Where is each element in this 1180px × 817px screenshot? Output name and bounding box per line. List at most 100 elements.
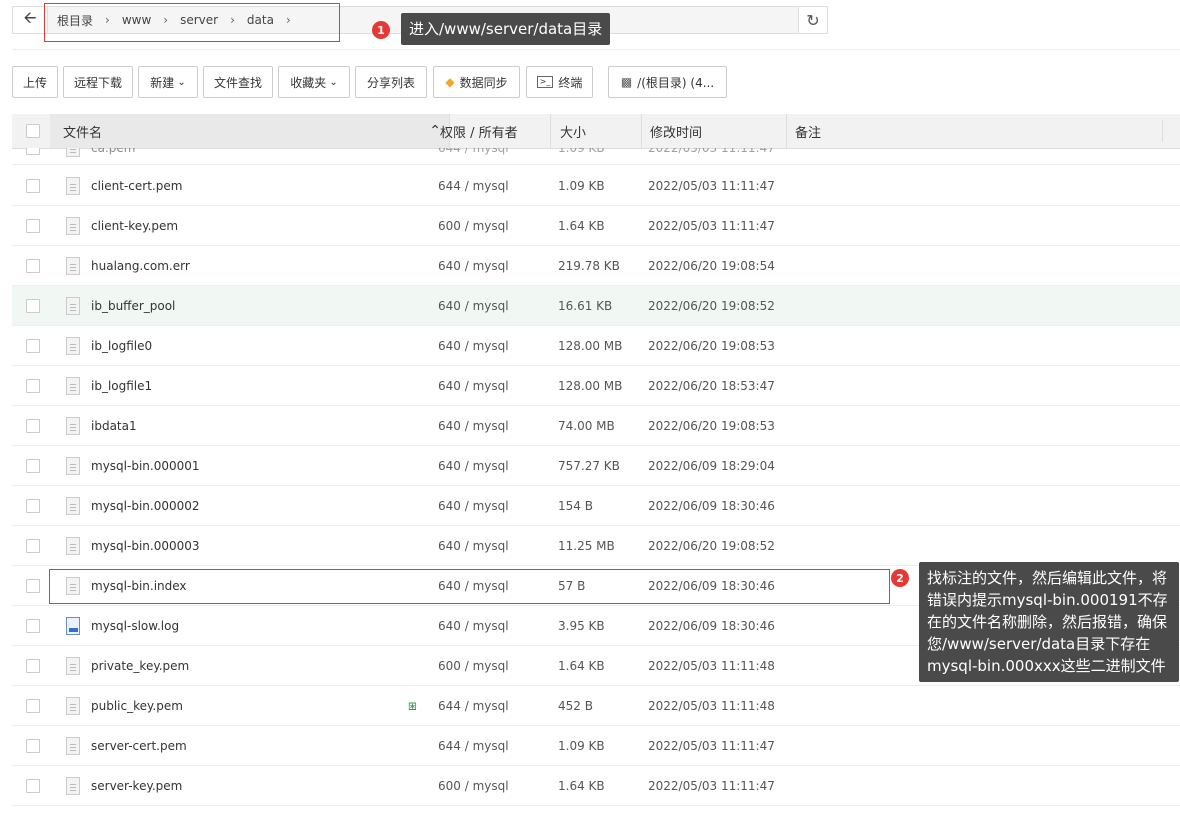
file-size: 3.95 KB bbox=[558, 619, 605, 633]
table-row[interactable]: mysql-bin.000002 640 / mysql 154 B 2022/06/… bbox=[12, 486, 1180, 526]
row-checkbox[interactable] bbox=[26, 486, 40, 526]
file-mtime: 2022/05/03 11:11:47 bbox=[648, 179, 775, 193]
data-sync-button[interactable]: ◆ 数据同步 bbox=[433, 66, 520, 98]
table-row[interactable]: ca.pem 644 / mysql 1.09 KB 2022/05/03 11… bbox=[12, 148, 1180, 165]
refresh-icon[interactable]: ↻ bbox=[798, 7, 827, 33]
file-perm[interactable]: 640 / mysql bbox=[438, 486, 509, 526]
file-name[interactable]: public_key.pem bbox=[91, 686, 183, 726]
file-icon bbox=[66, 148, 80, 164]
file-name[interactable]: ibdata1 bbox=[91, 406, 137, 446]
row-checkbox[interactable] bbox=[26, 726, 40, 766]
file-size: 1.09 KB bbox=[558, 739, 605, 753]
file-perm[interactable]: 644 / mysql bbox=[438, 726, 509, 766]
share-list-button[interactable]: 分享列表 bbox=[355, 66, 427, 98]
table-row[interactable]: mysql-bin.000001 640 / mysql 757.27 KB 2022… bbox=[12, 446, 1180, 486]
file-icon bbox=[66, 726, 80, 766]
row-checkbox[interactable] bbox=[26, 446, 40, 486]
row-checkbox[interactable] bbox=[26, 366, 40, 406]
column-header-size[interactable]: 大小 bbox=[560, 114, 642, 148]
file-mtime: 2022/06/20 19:08:52 bbox=[648, 299, 775, 313]
row-checkbox[interactable] bbox=[26, 206, 40, 246]
file-name[interactable]: server-key.pem bbox=[91, 766, 182, 806]
file-perm[interactable]: 640 / mysql bbox=[438, 526, 509, 566]
table-row[interactable]: hualang.com.err 640 / mysql 219.78 KB 2022/… bbox=[12, 246, 1180, 286]
file-name[interactable]: mysql-bin.000003 bbox=[91, 526, 200, 566]
file-perm[interactable]: 640 / mysql bbox=[438, 326, 509, 366]
file-mtime: 2022/05/03 11:11:47 bbox=[648, 779, 775, 793]
file-search-button[interactable]: 文件查找 bbox=[203, 66, 273, 98]
row-checkbox[interactable] bbox=[26, 148, 40, 164]
table-row[interactable]: client-key.pem 600 / mysql 1.64 KB 2022/05/… bbox=[12, 206, 1180, 246]
file-name[interactable]: server-cert.pem bbox=[91, 726, 187, 766]
file-perm[interactable]: 640 / mysql bbox=[438, 606, 509, 646]
file-perm[interactable]: 644 / mysql bbox=[438, 686, 509, 726]
file-mtime: 2022/06/09 18:29:04 bbox=[648, 459, 775, 473]
column-header-name-label: 文件名 bbox=[63, 125, 103, 141]
favorites-button[interactable]: 收藏夹 ⌄ bbox=[278, 66, 350, 98]
file-name[interactable]: ca.pem bbox=[91, 148, 135, 164]
row-checkbox[interactable] bbox=[26, 246, 40, 286]
table-header: 文件名 ⌃ 权限 / 所有者 大小 修改时间 备注 bbox=[12, 114, 1180, 149]
file-name[interactable]: client-key.pem bbox=[91, 206, 178, 246]
terminal-button[interactable]: >_ 终端 bbox=[526, 66, 593, 98]
row-checkbox[interactable] bbox=[26, 406, 40, 446]
upload-button[interactable]: 上传 bbox=[12, 66, 58, 98]
row-checkbox[interactable] bbox=[26, 286, 40, 326]
file-name[interactable]: hualang.com.err bbox=[91, 246, 190, 286]
table-row[interactable]: client-cert.pem 644 / mysql 1.09 KB 2022/05… bbox=[12, 166, 1180, 206]
select-all-checkbox[interactable] bbox=[26, 114, 40, 148]
file-name[interactable]: private_key.pem bbox=[91, 646, 189, 686]
row-checkbox[interactable] bbox=[26, 166, 40, 206]
row-checkbox[interactable] bbox=[26, 566, 40, 606]
disk-button[interactable]: ▩ /(根目录) (4... bbox=[608, 66, 727, 98]
table-row[interactable]: ib_logfile0 640 / mysql 128.00 MB 2022/06/2… bbox=[12, 326, 1180, 366]
file-icon bbox=[66, 366, 80, 406]
arrow-left-icon[interactable]: 🡨 bbox=[13, 7, 48, 33]
row-checkbox[interactable] bbox=[26, 606, 40, 646]
disk-icon: ▩ bbox=[620, 75, 633, 89]
file-name[interactable]: client-cert.pem bbox=[91, 166, 182, 206]
column-header-name[interactable]: 文件名 ⌃ bbox=[50, 114, 450, 148]
file-perm[interactable]: 600 / mysql bbox=[438, 646, 509, 686]
annotation-tooltip-1: 进入/www/server/data目录 bbox=[401, 13, 611, 45]
file-name[interactable]: ib_logfile0 bbox=[91, 326, 152, 366]
table-row[interactable]: server-cert.pem 644 / mysql 1.09 KB 2022/05… bbox=[12, 726, 1180, 766]
table-row[interactable]: server-key.pem 600 / mysql 1.64 KB 2022/05/… bbox=[12, 766, 1180, 806]
column-header-note: 备注 bbox=[795, 114, 821, 148]
column-header-perm[interactable]: 权限 / 所有者 bbox=[440, 114, 551, 148]
file-size: 16.61 KB bbox=[558, 299, 613, 313]
table-row[interactable]: ib_buffer_pool 640 / mysql 16.61 KB 2022/06… bbox=[12, 286, 1180, 326]
file-name[interactable]: mysql-bin.000001 bbox=[91, 446, 200, 486]
file-perm[interactable]: 640 / mysql bbox=[438, 406, 509, 446]
table-row[interactable]: public_key.pem ⧆ 644 / mysql 452 B 2022/05/0… bbox=[12, 686, 1180, 726]
share-icon[interactable]: ⧆ bbox=[408, 686, 417, 726]
highlight-box-mysql-bin-index bbox=[49, 569, 890, 604]
table-row[interactable]: ibdata1 640 / mysql 74.00 MB 2022/06/20 19:… bbox=[12, 406, 1180, 446]
file-perm[interactable]: 600 / mysql bbox=[438, 206, 509, 246]
file-size: 219.78 KB bbox=[558, 259, 620, 273]
file-perm[interactable]: 640 / mysql bbox=[438, 246, 509, 286]
row-checkbox[interactable] bbox=[26, 646, 40, 686]
file-name[interactable]: mysql-bin.000002 bbox=[91, 486, 200, 526]
data-sync-label: 数据同步 bbox=[459, 75, 508, 90]
file-name[interactable]: ib_logfile1 bbox=[91, 366, 152, 406]
file-perm[interactable]: 640 / mysql bbox=[438, 286, 509, 326]
table-row[interactable]: ib_logfile1 640 / mysql 128.00 MB 2022/06/2… bbox=[12, 366, 1180, 406]
file-size: 128.00 MB bbox=[558, 379, 623, 393]
file-perm[interactable]: 600 / mysql bbox=[438, 766, 509, 806]
file-perm[interactable]: 640 / mysql bbox=[438, 446, 509, 486]
table-row[interactable]: mysql-bin.000003 640 / mysql 11.25 MB 2022/… bbox=[12, 526, 1180, 566]
new-button[interactable]: 新建 ⌄ bbox=[138, 66, 198, 98]
row-checkbox[interactable] bbox=[26, 526, 40, 566]
file-perm[interactable]: 644 / mysql bbox=[438, 166, 509, 206]
file-name[interactable]: ib_buffer_pool bbox=[91, 286, 175, 326]
file-name[interactable]: mysql-slow.log bbox=[91, 606, 179, 646]
file-icon bbox=[66, 326, 80, 366]
file-perm[interactable]: 644 / mysql bbox=[438, 148, 509, 164]
column-header-mtime[interactable]: 修改时间 bbox=[650, 114, 787, 148]
row-checkbox[interactable] bbox=[26, 766, 40, 806]
remote-download-button[interactable]: 远程下载 bbox=[63, 66, 133, 98]
row-checkbox[interactable] bbox=[26, 686, 40, 726]
file-perm[interactable]: 640 / mysql bbox=[438, 366, 509, 406]
row-checkbox[interactable] bbox=[26, 326, 40, 366]
